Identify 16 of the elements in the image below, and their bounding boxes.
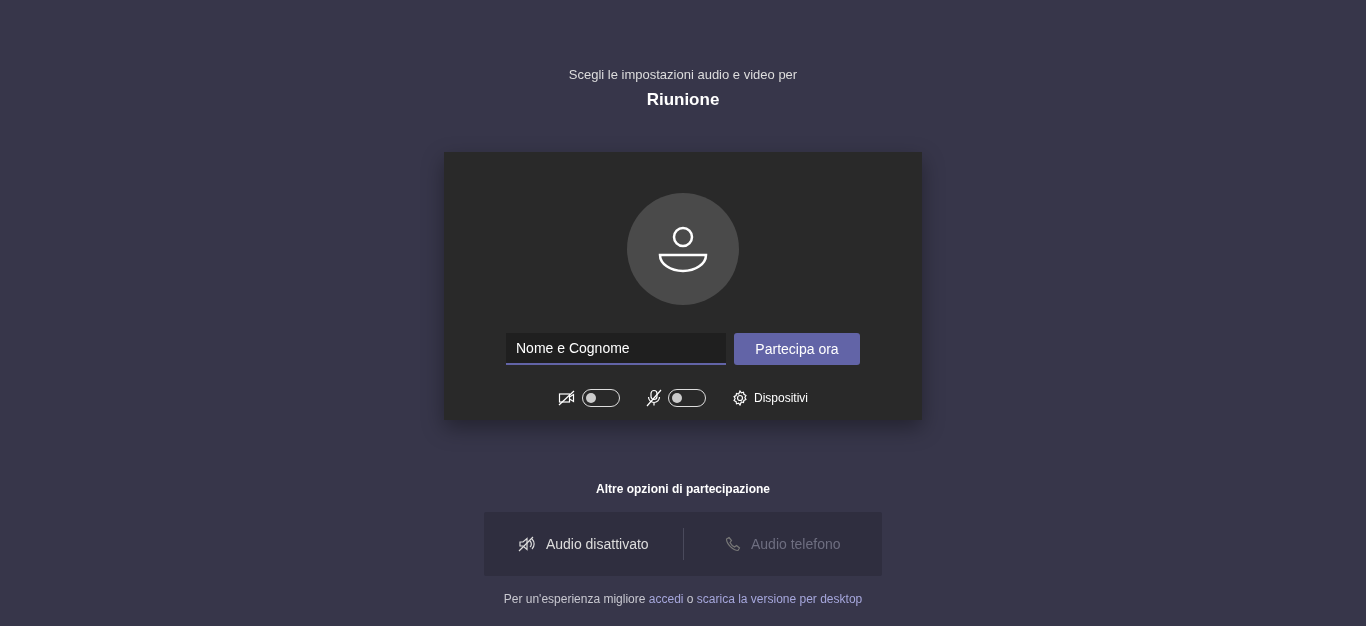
phone-icon — [725, 536, 741, 552]
sign-in-link[interactable]: accedi — [648, 592, 684, 606]
person-icon — [657, 225, 709, 273]
devices-button[interactable]: Dispositivi — [732, 390, 808, 406]
download-desktop-link[interactable]: scarica la versione per desktop — [696, 592, 863, 606]
subtitle: Scegli le impostazioni audio e video per — [568, 67, 798, 82]
speaker-off-icon — [517, 536, 536, 552]
settings-icon — [732, 390, 748, 406]
meeting-title: Riunione — [646, 90, 720, 110]
join-now-button[interactable]: Partecipa ora — [734, 333, 860, 365]
footer-text: Per un'esperienza migliore accedi o scarica la versione per desktop — [503, 592, 863, 606]
camera-off-icon — [558, 390, 576, 406]
section-title: Altre opzioni di partecipazione — [596, 482, 770, 496]
join-option-button[interactable]: Audio disattivato — [484, 512, 683, 576]
name-input-field[interactable]: Nome e Cognome — [506, 333, 726, 365]
microphone-off-icon — [646, 389, 662, 407]
